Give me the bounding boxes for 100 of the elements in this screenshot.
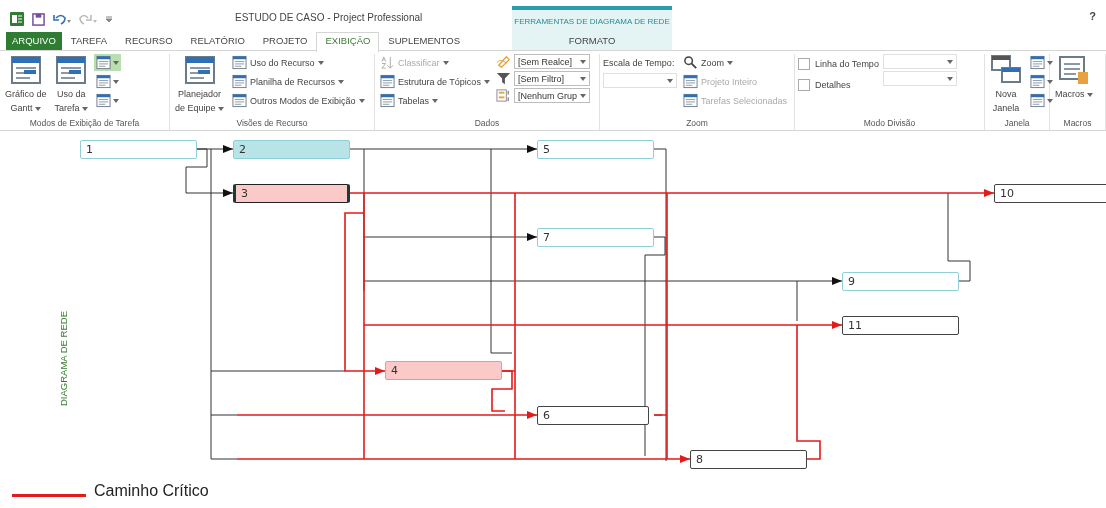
ribbon-tab[interactable]: PROJETO xyxy=(253,32,317,50)
view-button[interactable]: Uso da Tarefa xyxy=(52,54,91,114)
caret-icon xyxy=(946,76,953,81)
view-button[interactable] xyxy=(1028,92,1055,109)
task-node[interactable]: 5 xyxy=(537,140,654,159)
sheet-icon xyxy=(683,93,698,108)
ribbon-tab[interactable]: TAREFA xyxy=(61,32,117,50)
view-button[interactable]: Planejador de Equipe xyxy=(173,54,227,114)
view-button[interactable] xyxy=(94,92,122,109)
group-icon xyxy=(495,88,511,103)
ribbon-button[interactable]: Planilha de Recursos xyxy=(230,73,367,90)
save-icon[interactable] xyxy=(32,12,45,26)
checkbox[interactable]: Detalhes xyxy=(798,75,879,94)
task-node[interactable]: 8 xyxy=(690,450,807,469)
caret-icon xyxy=(667,78,673,83)
view-button[interactable] xyxy=(1028,54,1055,71)
caret-icon xyxy=(218,107,225,111)
dropdown-field[interactable]: [Nenhum Grup xyxy=(513,88,590,103)
sort-icon xyxy=(380,55,395,70)
caret-icon xyxy=(113,60,120,65)
task-node[interactable]: 4 xyxy=(385,361,502,380)
app-icon xyxy=(10,12,24,26)
caret-icon xyxy=(579,76,586,81)
task-node[interactable]: 6 xyxy=(537,406,649,425)
task-node[interactable]: 1 xyxy=(80,140,197,159)
view-button[interactable]: Macros xyxy=(1053,54,1096,100)
ribbon-tab[interactable]: RELATÓRIO xyxy=(181,32,254,50)
group-label: Modos de Exibição de Tarefa xyxy=(28,118,141,130)
timescale-label: Escala de Tempo: xyxy=(603,56,676,70)
view-button[interactable] xyxy=(1028,73,1055,90)
ribbon-button[interactable]: Estrutura de Tópicos xyxy=(378,73,492,90)
caret-icon xyxy=(442,60,449,65)
caret-icon xyxy=(579,93,586,98)
filter-icon xyxy=(495,71,511,86)
caret-icon xyxy=(358,98,365,103)
macro-icon xyxy=(1058,54,1090,86)
caret-icon xyxy=(1047,98,1053,103)
sheet-icon xyxy=(232,93,248,108)
task-node[interactable]: 11 xyxy=(842,316,959,335)
view-button[interactable]: Gráfico de Gantt xyxy=(3,54,49,114)
view-button[interactable]: Nova Janela xyxy=(988,54,1024,114)
caret-icon xyxy=(432,98,439,103)
context-title: FERRAMENTAS DE DIAGRAMA DE REDE xyxy=(514,16,670,26)
view-button[interactable] xyxy=(94,73,122,90)
help-button[interactable]: ? xyxy=(1089,10,1106,32)
ribbon-button[interactable]: Tabelas xyxy=(378,92,492,109)
window-title: ESTUDO DE CASO - Project Professional xyxy=(235,12,424,25)
highlighter-icon xyxy=(495,54,511,69)
ribbon-tab[interactable]: RECURSO xyxy=(116,32,182,50)
group-label: Macros xyxy=(1062,118,1093,130)
ribbon-tab[interactable]: ARQUIVO xyxy=(6,32,62,50)
dropdown-field[interactable]: [Sem Realce] xyxy=(513,54,590,69)
ribbon-tab[interactable]: SUPLEMENTOS xyxy=(379,32,469,50)
task-node[interactable]: 10 xyxy=(994,184,1106,203)
task-node[interactable]: 9 xyxy=(842,272,959,291)
view-label: DIAGRAMA DE REDE xyxy=(58,311,69,407)
view-button[interactable] xyxy=(94,54,122,71)
caret-icon xyxy=(317,60,324,65)
group-label: Dados xyxy=(473,118,501,130)
checkbox-box[interactable] xyxy=(798,78,810,91)
sheet-icon xyxy=(232,74,248,89)
caret-icon xyxy=(113,98,120,103)
sheet-icon xyxy=(183,54,216,86)
ribbon-button[interactable]: Zoom xyxy=(681,54,790,71)
group-label: Zoom xyxy=(685,118,709,130)
task-node[interactable]: 2 xyxy=(233,140,350,159)
sheet-icon xyxy=(96,93,112,108)
sheet-icon xyxy=(96,55,112,70)
caret-icon xyxy=(579,59,586,64)
search-icon xyxy=(683,55,698,70)
caret-icon xyxy=(82,107,89,111)
caret-icon xyxy=(1047,79,1053,84)
sheet-icon xyxy=(380,74,395,89)
undo-icon[interactable] xyxy=(53,13,71,25)
windows-icon xyxy=(990,54,1022,86)
checkbox[interactable]: Linha do Tempo xyxy=(798,54,879,73)
caret-icon xyxy=(946,59,953,64)
caret-icon xyxy=(338,79,345,84)
task-node[interactable]: 7 xyxy=(537,228,654,247)
sheet-icon xyxy=(55,54,88,86)
sheet-icon xyxy=(683,74,698,89)
group-label: Modo Divisão xyxy=(862,118,917,130)
sheet-icon xyxy=(1030,55,1045,70)
caret-icon xyxy=(113,79,120,84)
customize-icon[interactable] xyxy=(105,15,113,23)
task-node[interactable]: 3 xyxy=(233,184,350,203)
caret-icon xyxy=(727,60,733,65)
ribbon-button[interactable]: Uso do Recurso xyxy=(230,54,367,71)
checkbox-box[interactable] xyxy=(798,57,810,70)
caret-icon xyxy=(1087,93,1094,97)
sheet-icon xyxy=(232,55,248,70)
caret-icon xyxy=(483,79,490,84)
sheet-icon xyxy=(9,54,42,86)
group-label: Visões de Recurso xyxy=(235,118,309,130)
ribbon-button[interactable]: Outros Modos de Exibição xyxy=(230,92,367,109)
ribbon-tab[interactable]: EXIBIÇÃO xyxy=(316,32,380,52)
caret-icon xyxy=(35,107,42,111)
dropdown-field[interactable]: [Sem Filtro] xyxy=(513,71,590,86)
sheet-icon xyxy=(96,74,112,89)
sheet-icon xyxy=(1030,93,1045,108)
